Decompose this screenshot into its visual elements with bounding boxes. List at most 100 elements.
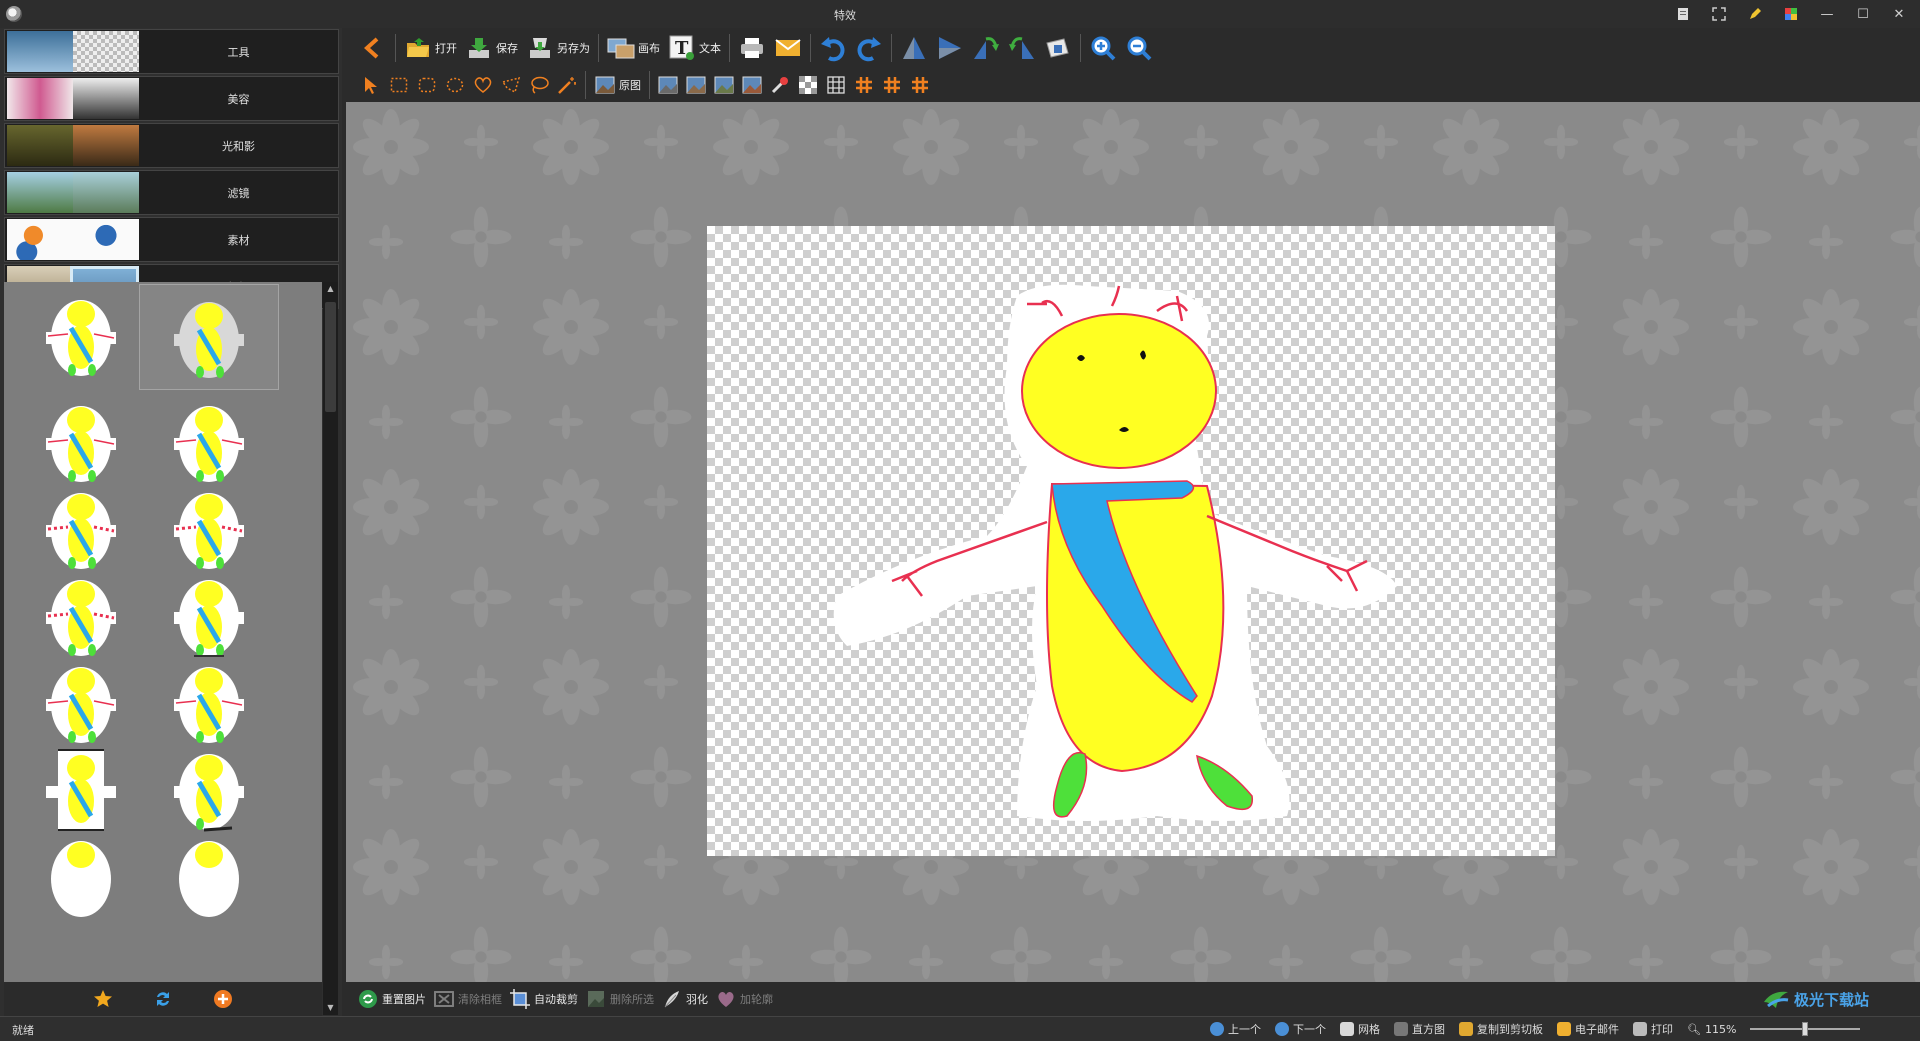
print-button[interactable]: [734, 31, 770, 65]
next-icon: [1275, 1022, 1289, 1036]
fullscreen-icon[interactable]: [1708, 4, 1730, 24]
pencil-icon[interactable]: [1744, 4, 1766, 24]
scroll-down-icon[interactable]: ▼: [323, 1001, 338, 1015]
favorite-star-icon[interactable]: [92, 988, 114, 1010]
toolbar-separator: [729, 34, 730, 62]
zoom-out-button[interactable]: [1121, 31, 1157, 65]
polygon-select-tool[interactable]: [497, 68, 525, 102]
category-label: 滤镜: [227, 186, 250, 200]
magic-wand-tool[interactable]: [553, 68, 581, 102]
heart-select-tool[interactable]: [469, 68, 497, 102]
rotate-right-button[interactable]: [1004, 31, 1040, 65]
next-label: 下一个: [1293, 1023, 1326, 1036]
selection-toolbar: 原图: [345, 68, 1920, 102]
grid-toggle-button[interactable]: 网格: [1340, 1021, 1380, 1037]
lasso-icon: [528, 74, 550, 96]
flip-vertical-button[interactable]: [896, 31, 932, 65]
add-icon[interactable]: [212, 988, 234, 1010]
category-filter[interactable]: 滤镜: [4, 170, 339, 215]
zoom-slider[interactable]: [1750, 1022, 1861, 1036]
category-label: 素材: [227, 233, 250, 247]
redo-button[interactable]: [851, 31, 887, 65]
minimize-button[interactable]: —: [1816, 4, 1838, 24]
save-button[interactable]: 保存: [461, 31, 522, 65]
clear-frame-button[interactable]: 清除相框: [434, 989, 502, 1009]
transparency-tool[interactable]: [794, 68, 822, 102]
email-icon: [774, 34, 802, 62]
close-button[interactable]: ✕: [1888, 4, 1910, 24]
email-button[interactable]: [770, 31, 806, 65]
feather-button[interactable]: 羽化: [662, 989, 708, 1009]
rounded-rect-select-tool[interactable]: [413, 68, 441, 102]
toolbar-separator: [810, 34, 811, 62]
refresh-icon[interactable]: [152, 988, 174, 1010]
effect-tool-3[interactable]: [710, 68, 738, 102]
scroll-up-icon[interactable]: ▲: [323, 282, 338, 296]
open-button[interactable]: 打开: [400, 31, 461, 65]
file-icon[interactable]: [1672, 4, 1694, 24]
rotate-left-button[interactable]: [968, 31, 1004, 65]
category-light-shadow[interactable]: 光和影: [4, 123, 339, 168]
previous-button[interactable]: 上一个: [1210, 1021, 1261, 1037]
effect-tool-2[interactable]: [682, 68, 710, 102]
hash-tool-3[interactable]: [906, 68, 934, 102]
frame-thumbnail[interactable]: [11, 823, 151, 929]
add-outline-button[interactable]: 加轮廓: [716, 989, 773, 1009]
previous-label: 上一个: [1228, 1023, 1261, 1036]
rect-select-icon: [388, 74, 410, 96]
zoom-in-button[interactable]: [1085, 31, 1121, 65]
category-beauty[interactable]: 美容: [4, 76, 339, 121]
back-button[interactable]: [355, 31, 391, 65]
frame-thumbnail[interactable]: [11, 282, 151, 388]
print-status-button[interactable]: 打印: [1633, 1021, 1673, 1037]
window-title: 特效: [834, 9, 856, 22]
grid-tool[interactable]: [822, 68, 850, 102]
pointer-tool[interactable]: [357, 68, 385, 102]
copy-clipboard-label: 复制到剪切板: [1477, 1023, 1543, 1036]
lasso-select-tool[interactable]: [525, 68, 553, 102]
copy-clipboard-button[interactable]: 复制到剪切板: [1459, 1021, 1543, 1037]
text-button[interactable]: T 文本: [664, 31, 725, 65]
palette-icon[interactable]: [1780, 4, 1802, 24]
undo-button[interactable]: [815, 31, 851, 65]
frame-thumbnail[interactable]: [139, 823, 279, 929]
category-material[interactable]: 素材: [4, 217, 339, 262]
category-thumbnail: [7, 78, 139, 119]
scrollbar-thumb[interactable]: [325, 302, 336, 412]
canvas-button[interactable]: 画布: [603, 31, 664, 65]
main-toolbar: 打开 保存 另存为 画布 T 文本: [345, 28, 1920, 68]
maximize-button[interactable]: ☐: [1852, 4, 1874, 24]
eyedropper-tool[interactable]: [766, 68, 794, 102]
thumbnail-scrollbar[interactable]: ▲ ▼: [323, 282, 338, 1015]
sketch-thumbnail-icon: [174, 493, 244, 569]
ellipse-select-tool[interactable]: [441, 68, 469, 102]
effect-tool-4[interactable]: [738, 68, 766, 102]
next-button[interactable]: 下一个: [1275, 1021, 1326, 1037]
image-canvas[interactable]: [707, 226, 1555, 856]
histogram-button[interactable]: 直方图: [1394, 1021, 1445, 1037]
print-label: 打印: [1651, 1023, 1673, 1036]
flip-horizontal-button[interactable]: [932, 31, 968, 65]
canvas-workspace[interactable]: S 中 •, 🎤︎ ⌨︎ ▦: [346, 102, 1920, 982]
straighten-button[interactable]: [1040, 31, 1076, 65]
delete-selection-button[interactable]: 删除所选: [586, 989, 654, 1009]
auto-crop-button[interactable]: 自动裁剪: [510, 989, 578, 1009]
reset-image-button[interactable]: 重置图片: [358, 989, 426, 1009]
rect-select-tool[interactable]: [385, 68, 413, 102]
rounded-rect-select-icon: [416, 74, 438, 96]
zoom-slider-knob[interactable]: [1802, 1022, 1809, 1036]
text-icon: T: [668, 34, 696, 62]
category-tools[interactable]: 工具: [4, 29, 339, 74]
save-as-button[interactable]: 另存为: [522, 31, 594, 65]
email-status-button[interactable]: 电子邮件: [1557, 1021, 1619, 1037]
effect-tool-1[interactable]: [654, 68, 682, 102]
rotate-left-icon: [972, 34, 1000, 62]
zoom-level: 115%: [1704, 1022, 1737, 1036]
text-label: 文本: [699, 42, 721, 55]
original-image-button[interactable]: 原图: [590, 68, 645, 102]
frame-thumbnail-selected[interactable]: [139, 284, 279, 390]
hash-tool-1[interactable]: [850, 68, 878, 102]
sketch-thumbnail-icon: [46, 749, 116, 831]
hash-tool-2[interactable]: [878, 68, 906, 102]
delete-selection-label: 删除所选: [610, 993, 654, 1006]
